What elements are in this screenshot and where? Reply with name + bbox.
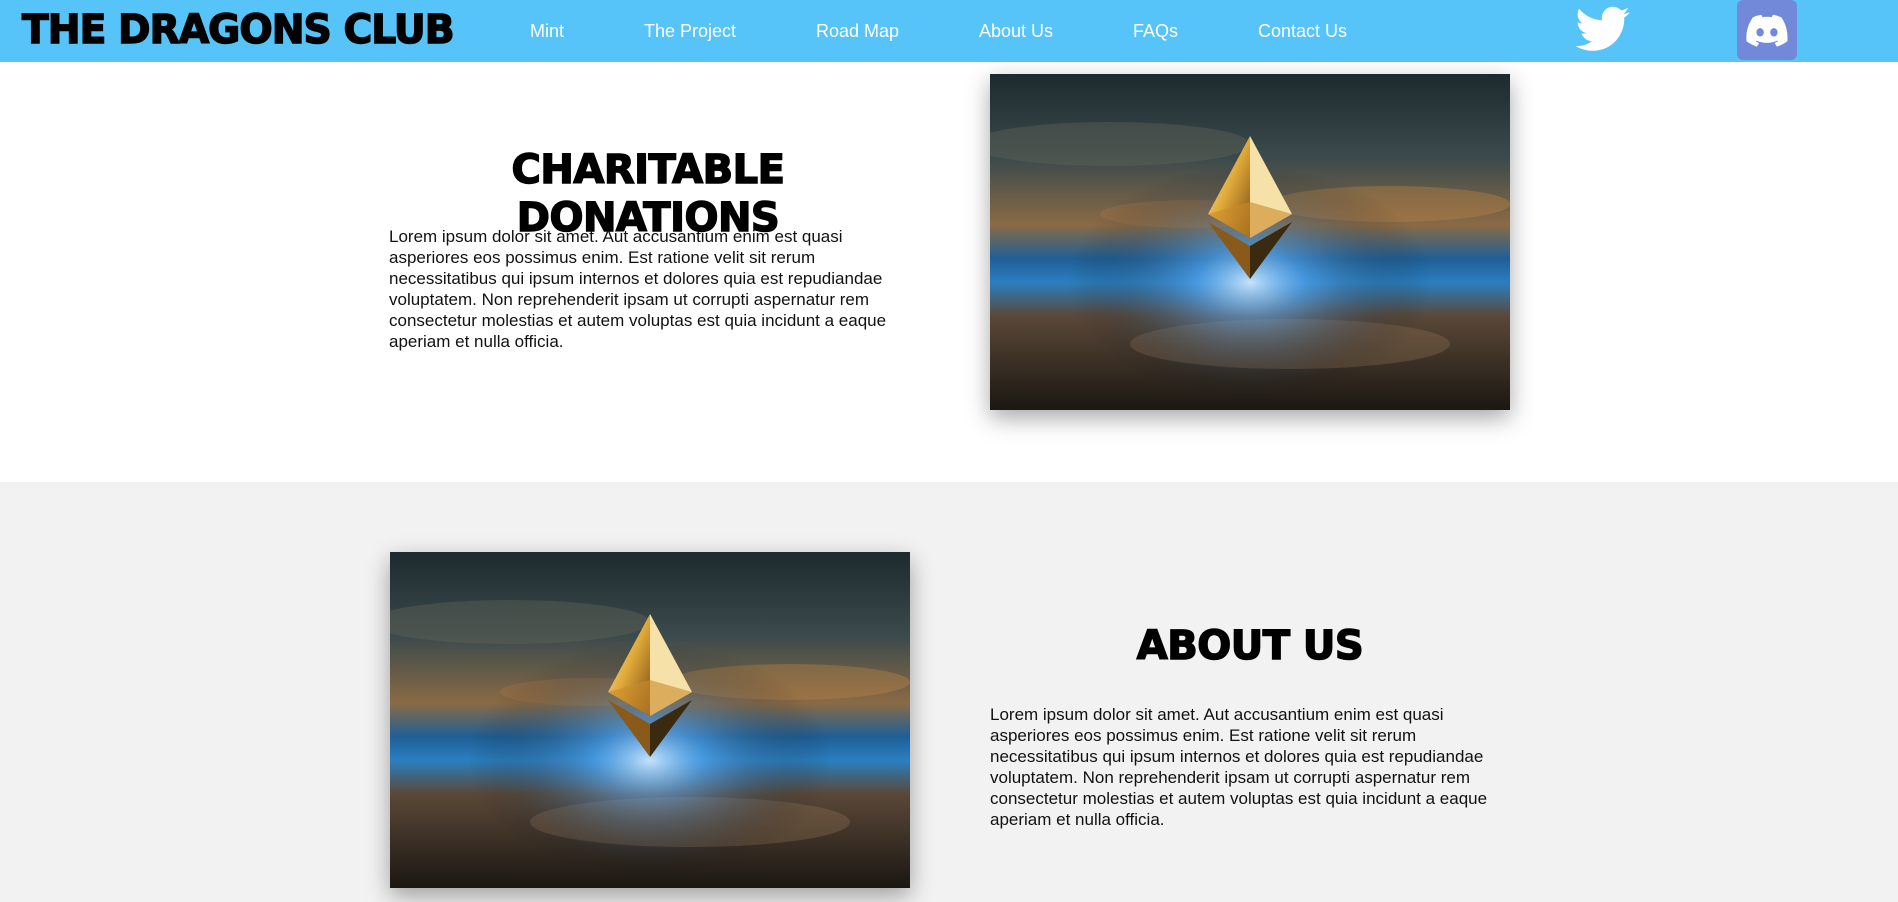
nav-link-faqs[interactable]: FAQs [1133,20,1178,42]
section-body: Lorem ipsum dolor sit amet. Aut accusant… [389,227,887,351]
section-body: Lorem ipsum dolor sit amet. Aut accusant… [990,705,1488,829]
ethereum-logo-image [390,552,910,888]
ethereum-logo-image [990,74,1510,410]
brand-title[interactable]: The Dragons Club [21,6,455,54]
nav-link-mint[interactable]: Mint [530,20,564,42]
nav-link-about-us[interactable]: About Us [979,20,1053,42]
nav-link-road-map[interactable]: Road Map [816,20,899,42]
nav-link-the-project[interactable]: The Project [644,20,736,42]
about-us-section: About Us Lorem ipsum dolor sit amet. Aut… [0,482,1898,902]
discord-icon[interactable] [1737,0,1797,60]
twitter-icon[interactable] [1574,0,1632,60]
nav-link-contact-us[interactable]: Contact Us [1258,20,1347,42]
navbar: The Dragons Club Mint The Project Road M… [0,0,1898,62]
section-heading: About Us [1136,622,1364,670]
charitable-donations-section: Charitable Donations Lorem ipsum dolor s… [0,62,1898,482]
